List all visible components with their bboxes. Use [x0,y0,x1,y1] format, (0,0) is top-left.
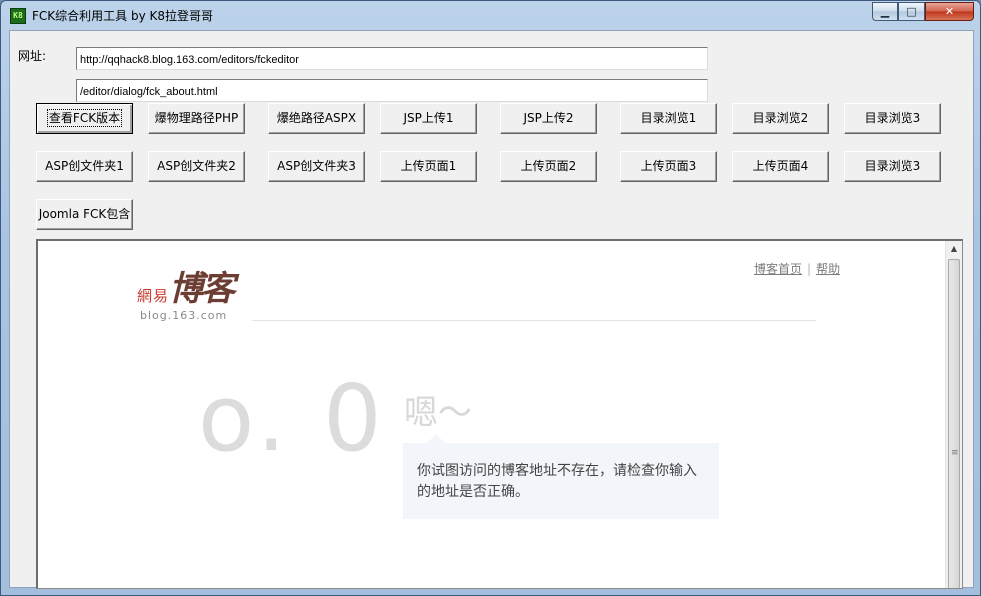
speech-bubble-notch [427,434,445,443]
client-area: 网址: 查看FCK版本 爆物理路径PHP 爆绝路径ASPX JSP上传1 JSP… [9,30,974,589]
maximize-button[interactable]: □ [898,2,925,21]
php-path-disclosure-button[interactable]: 爆物理路径PHP [148,103,245,134]
minimize-button[interactable]: ▁ [872,2,898,21]
upload-page-2-button[interactable]: 上传页面2 [500,151,597,182]
asp-create-folder-3-button[interactable]: ASP创文件夹3 [268,151,365,182]
window-title: FCK综合利用工具 by K8拉登哥哥 [32,9,214,23]
header-divider [252,320,816,321]
dir-browse-3-button[interactable]: 目录浏览3 [844,103,941,134]
upload-page-4-button[interactable]: 上传页面4 [732,151,829,182]
error-message-box: 你试图访问的博客地址不存在，请检查你输入的地址是否正确。 [403,434,719,519]
triangle-up-icon[interactable]: ▲ [946,241,962,257]
aspx-path-disclosure-button[interactable]: 爆绝路径ASPX [268,103,365,134]
blog-home-link[interactable]: 博客首页 [754,262,802,276]
grip-lines-icon: ≡ [951,448,959,458]
sigh-text: 嗯～ [404,393,472,433]
link-separator: | [807,262,812,276]
close-button[interactable]: ✕ [925,2,974,21]
dir-browse-1-button[interactable]: 目录浏览1 [620,103,717,134]
upload-page-3-button[interactable]: 上传页面3 [620,151,717,182]
jsp-upload-2-button[interactable]: JSP上传2 [500,103,597,134]
check-fck-version-button[interactable]: 查看FCK版本 [36,103,133,134]
title-bar[interactable]: K8 FCK综合利用工具 by K8拉登哥哥 ▁ □ ✕ [1,1,980,29]
help-link[interactable]: 帮助 [816,262,840,276]
jsp-upload-1-button[interactable]: JSP上传1 [380,103,477,134]
asp-create-folder-1-button[interactable]: ASP创文件夹1 [36,151,133,182]
button-label: 查看FCK版本 [46,109,123,127]
logo-wangyi-text: 網易 [137,287,170,305]
asp-create-folder-2-button[interactable]: ASP创文件夹2 [148,151,245,182]
app-icon: K8 [10,8,26,24]
dir-browse-2-button[interactable]: 目录浏览2 [732,103,829,134]
upload-page-1-button[interactable]: 上传页面1 [380,151,477,182]
path-input[interactable] [76,79,708,102]
logo-domain-text: blog.163.com [140,309,228,322]
web-browser-pane[interactable]: 網易 博客 blog.163.com 博客首页 | 帮助 o. 0 嗯～ 你试图访问… [36,239,963,589]
application-window: K8 FCK综合利用工具 by K8拉登哥哥 ▁ □ ✕ 网址: 查看FCK版本… [0,0,981,596]
netease-blog-logo[interactable]: 網易 博客 blog.163.com [137,259,247,322]
url-label: 网址: [18,49,47,63]
dir-browse-3b-button[interactable]: 目录浏览3 [844,151,941,182]
top-links: 博客首页 | 帮助 [754,260,840,277]
vertical-scrollbar[interactable]: ▲ ≡ [945,241,962,588]
scroll-thumb[interactable]: ≡ [948,259,960,588]
error-message: 你试图访问的博客地址不存在，请检查你输入的地址是否正确。 [417,463,697,500]
error-face-text: o. 0 [198,365,386,472]
joomla-fck-include-button[interactable]: Joomla FCK包含 [36,199,133,230]
url-input[interactable] [76,47,708,70]
logo-boke-text: 博客 [169,269,235,309]
